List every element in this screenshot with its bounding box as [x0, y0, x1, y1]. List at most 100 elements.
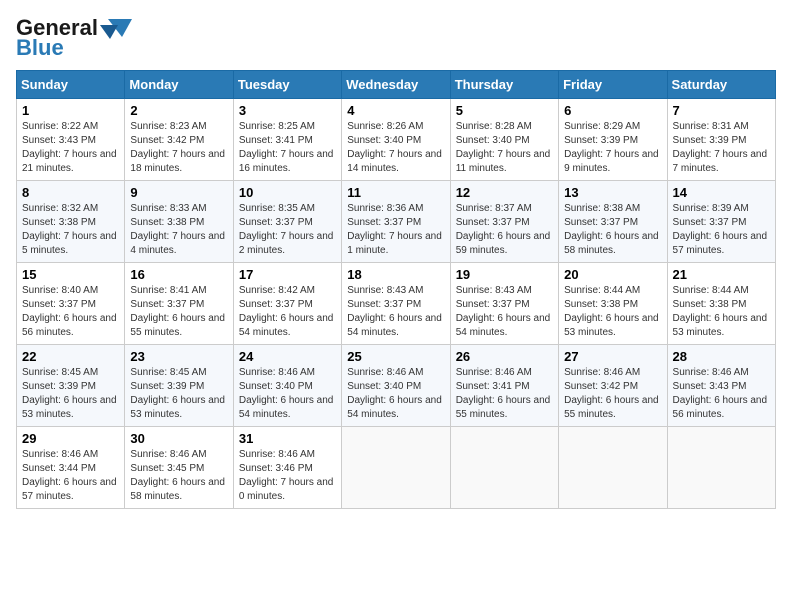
day-number: 26	[456, 349, 553, 364]
day-info: Sunrise: 8:22 AM Sunset: 3:43 PM Dayligh…	[22, 120, 119, 176]
day-number: 8	[22, 185, 119, 200]
calendar-cell: 11 Sunrise: 8:36 AM Sunset: 3:37 PM Dayli…	[342, 181, 450, 263]
calendar-cell: 19 Sunrise: 8:43 AM Sunset: 3:37 PM Dayli…	[450, 263, 558, 345]
day-number: 31	[239, 431, 336, 446]
day-info: Sunrise: 8:46 AM Sunset: 3:43 PM Dayligh…	[673, 366, 770, 422]
calendar-cell: 23 Sunrise: 8:45 AM Sunset: 3:39 PM Dayli…	[125, 345, 233, 427]
calendar-week-5: 29 Sunrise: 8:46 AM Sunset: 3:44 PM Dayli…	[17, 427, 776, 509]
day-number: 5	[456, 103, 553, 118]
day-info: Sunrise: 8:28 AM Sunset: 3:40 PM Dayligh…	[456, 120, 553, 176]
day-number: 17	[239, 267, 336, 282]
day-number: 18	[347, 267, 444, 282]
calendar-week-3: 15Sunrise: 8:40 AM Sunset: 3:37 PM Dayli…	[17, 263, 776, 345]
day-info: Sunrise: 8:26 AM Sunset: 3:40 PM Dayligh…	[347, 120, 444, 176]
day-number: 30	[130, 431, 227, 446]
calendar-cell: 20 Sunrise: 8:44 AM Sunset: 3:38 PM Dayli…	[559, 263, 667, 345]
calendar-cell: 27 Sunrise: 8:46 AM Sunset: 3:42 PM Dayli…	[559, 345, 667, 427]
day-info: Sunrise: 8:43 AM Sunset: 3:37 PM Dayligh…	[347, 284, 444, 340]
day-number: 29	[22, 431, 119, 446]
day-info: Sunrise: 8:44 AM Sunset: 3:38 PM Dayligh…	[673, 284, 770, 340]
day-number: 3	[239, 103, 336, 118]
calendar-cell: 12Sunrise: 8:37 AM Sunset: 3:37 PM Dayli…	[450, 181, 558, 263]
header-wednesday: Wednesday	[342, 71, 450, 99]
day-number: 25	[347, 349, 444, 364]
calendar-cell: 13 Sunrise: 8:38 AM Sunset: 3:37 PM Dayli…	[559, 181, 667, 263]
day-number: 14	[673, 185, 770, 200]
calendar-cell: 6 Sunrise: 8:29 AM Sunset: 3:39 PM Daylig…	[559, 99, 667, 181]
day-info: Sunrise: 8:33 AM Sunset: 3:38 PM Dayligh…	[130, 202, 227, 258]
page-header: General Blue	[16, 16, 776, 60]
day-number: 16	[130, 267, 227, 282]
day-info: Sunrise: 8:45 AM Sunset: 3:39 PM Dayligh…	[130, 366, 227, 422]
day-info: Sunrise: 8:46 AM Sunset: 3:40 PM Dayligh…	[239, 366, 336, 422]
calendar-cell: 16 Sunrise: 8:41 AM Sunset: 3:37 PM Dayli…	[125, 263, 233, 345]
day-info: Sunrise: 8:46 AM Sunset: 3:41 PM Dayligh…	[456, 366, 553, 422]
day-number: 13	[564, 185, 661, 200]
day-info: Sunrise: 8:38 AM Sunset: 3:37 PM Dayligh…	[564, 202, 661, 258]
day-info: Sunrise: 8:46 AM Sunset: 3:46 PM Dayligh…	[239, 448, 336, 504]
day-number: 21	[673, 267, 770, 282]
day-info: Sunrise: 8:44 AM Sunset: 3:38 PM Dayligh…	[564, 284, 661, 340]
day-number: 23	[130, 349, 227, 364]
calendar-cell	[559, 427, 667, 509]
day-number: 11	[347, 185, 444, 200]
calendar-cell: 10Sunrise: 8:35 AM Sunset: 3:37 PM Dayli…	[233, 181, 341, 263]
day-number: 9	[130, 185, 227, 200]
calendar-body: 1 Sunrise: 8:22 AM Sunset: 3:43 PM Daylig…	[17, 99, 776, 509]
header-sunday: Sunday	[17, 71, 125, 99]
calendar-cell: 2Sunrise: 8:23 AM Sunset: 3:42 PM Daylig…	[125, 99, 233, 181]
calendar-cell: 30 Sunrise: 8:46 AM Sunset: 3:45 PM Dayli…	[125, 427, 233, 509]
day-info: Sunrise: 8:40 AM Sunset: 3:37 PM Dayligh…	[22, 284, 119, 340]
day-info: Sunrise: 8:46 AM Sunset: 3:44 PM Dayligh…	[22, 448, 119, 504]
logo: General Blue	[16, 16, 132, 60]
day-number: 20	[564, 267, 661, 282]
calendar-week-4: 22 Sunrise: 8:45 AM Sunset: 3:39 PM Dayli…	[17, 345, 776, 427]
calendar-header: SundayMondayTuesdayWednesdayThursdayFrid…	[17, 71, 776, 99]
calendar-cell: 4 Sunrise: 8:26 AM Sunset: 3:40 PM Daylig…	[342, 99, 450, 181]
day-number: 24	[239, 349, 336, 364]
calendar-cell: 29 Sunrise: 8:46 AM Sunset: 3:44 PM Dayli…	[17, 427, 125, 509]
calendar-cell: 31 Sunrise: 8:46 AM Sunset: 3:46 PM Dayli…	[233, 427, 341, 509]
calendar-cell	[667, 427, 775, 509]
calendar-week-1: 1 Sunrise: 8:22 AM Sunset: 3:43 PM Daylig…	[17, 99, 776, 181]
calendar-cell	[342, 427, 450, 509]
calendar-cell: 28Sunrise: 8:46 AM Sunset: 3:43 PM Dayli…	[667, 345, 775, 427]
calendar-cell: 24 Sunrise: 8:46 AM Sunset: 3:40 PM Dayli…	[233, 345, 341, 427]
calendar-cell: 3 Sunrise: 8:25 AM Sunset: 3:41 PM Daylig…	[233, 99, 341, 181]
logo-blue-text: Blue	[16, 36, 64, 60]
day-info: Sunrise: 8:39 AM Sunset: 3:37 PM Dayligh…	[673, 202, 770, 258]
calendar-cell: 25 Sunrise: 8:46 AM Sunset: 3:40 PM Dayli…	[342, 345, 450, 427]
day-number: 22	[22, 349, 119, 364]
calendar-table: SundayMondayTuesdayWednesdayThursdayFrid…	[16, 70, 776, 509]
day-info: Sunrise: 8:23 AM Sunset: 3:42 PM Dayligh…	[130, 120, 227, 176]
day-number: 6	[564, 103, 661, 118]
calendar-cell: 7Sunrise: 8:31 AM Sunset: 3:39 PM Daylig…	[667, 99, 775, 181]
day-number: 19	[456, 267, 553, 282]
calendar-cell	[450, 427, 558, 509]
day-info: Sunrise: 8:41 AM Sunset: 3:37 PM Dayligh…	[130, 284, 227, 340]
calendar-week-2: 8 Sunrise: 8:32 AM Sunset: 3:38 PM Daylig…	[17, 181, 776, 263]
day-info: Sunrise: 8:42 AM Sunset: 3:37 PM Dayligh…	[239, 284, 336, 340]
day-number: 1	[22, 103, 119, 118]
header-saturday: Saturday	[667, 71, 775, 99]
day-number: 27	[564, 349, 661, 364]
day-number: 12	[456, 185, 553, 200]
day-info: Sunrise: 8:29 AM Sunset: 3:39 PM Dayligh…	[564, 120, 661, 176]
header-row: SundayMondayTuesdayWednesdayThursdayFrid…	[17, 71, 776, 99]
day-info: Sunrise: 8:32 AM Sunset: 3:38 PM Dayligh…	[22, 202, 119, 258]
calendar-cell: 14 Sunrise: 8:39 AM Sunset: 3:37 PM Dayli…	[667, 181, 775, 263]
day-info: Sunrise: 8:36 AM Sunset: 3:37 PM Dayligh…	[347, 202, 444, 258]
day-info: Sunrise: 8:25 AM Sunset: 3:41 PM Dayligh…	[239, 120, 336, 176]
day-info: Sunrise: 8:35 AM Sunset: 3:37 PM Dayligh…	[239, 202, 336, 258]
day-info: Sunrise: 8:46 AM Sunset: 3:45 PM Dayligh…	[130, 448, 227, 504]
calendar-cell: 26 Sunrise: 8:46 AM Sunset: 3:41 PM Dayli…	[450, 345, 558, 427]
calendar-cell: 9 Sunrise: 8:33 AM Sunset: 3:38 PM Daylig…	[125, 181, 233, 263]
calendar-cell: 17 Sunrise: 8:42 AM Sunset: 3:37 PM Dayli…	[233, 263, 341, 345]
header-friday: Friday	[559, 71, 667, 99]
day-number: 4	[347, 103, 444, 118]
day-info: Sunrise: 8:43 AM Sunset: 3:37 PM Dayligh…	[456, 284, 553, 340]
logo-icon	[100, 17, 132, 39]
day-info: Sunrise: 8:46 AM Sunset: 3:42 PM Dayligh…	[564, 366, 661, 422]
day-info: Sunrise: 8:45 AM Sunset: 3:39 PM Dayligh…	[22, 366, 119, 422]
day-info: Sunrise: 8:46 AM Sunset: 3:40 PM Dayligh…	[347, 366, 444, 422]
